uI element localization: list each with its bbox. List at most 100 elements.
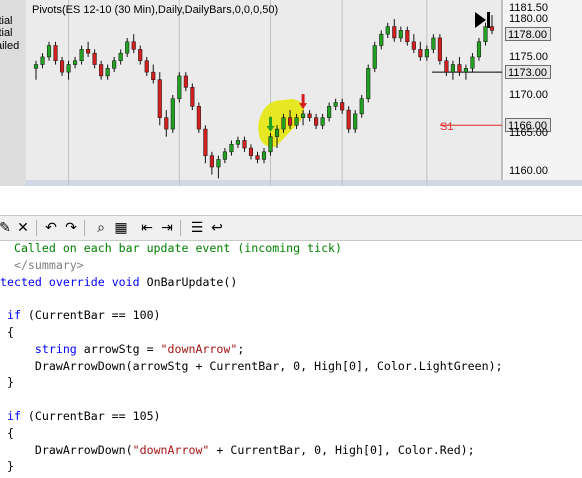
candle-body: [144, 60, 149, 73]
candle-body: [476, 41, 482, 58]
candle-body: [301, 113, 306, 118]
code-line[interactable]: Called on each bar update event (incomin…: [0, 240, 582, 257]
candle-body: [73, 60, 78, 65]
candle-body: [327, 106, 332, 118]
code-line[interactable]: if (CurrentBar == 100): [0, 307, 582, 324]
candle-body: [261, 151, 267, 160]
candle-body: [307, 113, 312, 118]
candle-body: [268, 136, 273, 153]
candle-body: [398, 30, 403, 39]
price-chart[interactable]: Pivots(ES 12-10 (30 Min),Daily,DailyBars…: [26, 0, 582, 186]
code-line[interactable]: tected override void OnBarUpdate(): [0, 274, 582, 291]
candle-body: [157, 79, 162, 118]
candle-body: [177, 75, 182, 99]
candle-body: [33, 64, 39, 69]
candle-body: [405, 30, 410, 43]
code-token: (CurrentBar == 105): [27, 408, 161, 423]
candle-body: [79, 49, 84, 61]
candle-body: [255, 155, 260, 160]
grid-button[interactable]: ▦: [112, 219, 130, 237]
candle-body: [294, 117, 299, 126]
code-line[interactable]: [0, 290, 582, 307]
code-line[interactable]: DrawArrowDown("downArrow" + CurrentBar, …: [0, 442, 582, 459]
candle-body: [138, 49, 143, 61]
code-token: (CurrentBar == 100): [27, 308, 161, 323]
price-tick-label: 1160.00: [509, 164, 548, 177]
code-line[interactable]: DrawArrowDown(arrowStg + CurrentBar, 0, …: [0, 358, 582, 375]
toolbar-button-1[interactable]: ✎: [0, 219, 14, 237]
candle-body: [164, 117, 169, 130]
wrap-button[interactable]: ↩: [208, 219, 226, 237]
code-line[interactable]: }: [0, 458, 582, 475]
toolbar-separator: [36, 220, 37, 236]
candle-body: [353, 113, 358, 130]
delete-button[interactable]: ✕: [14, 219, 32, 237]
redo-button[interactable]: ↷: [62, 219, 80, 237]
candle-body: [60, 60, 65, 73]
candle-body: [46, 45, 52, 58]
chart-canvas: [26, 0, 582, 186]
candle-body: [489, 26, 495, 31]
candle-body: [463, 68, 468, 73]
code-token: "downArrow": [132, 442, 210, 457]
candle-body: [99, 64, 104, 77]
candle-body: [86, 49, 91, 54]
candle-body: [131, 41, 136, 50]
list-button[interactable]: ☰: [188, 219, 206, 237]
left-panel-text: itial: [0, 27, 13, 39]
undo-button[interactable]: ↶: [42, 219, 60, 237]
candle-body: [320, 117, 325, 126]
toolbar-separator: [180, 220, 181, 236]
candle-body: [190, 87, 195, 107]
code-line[interactable]: if (CurrentBar == 105): [0, 408, 582, 425]
candle-body: [340, 102, 345, 111]
candle-body: [379, 33, 384, 46]
candle-body: [203, 128, 208, 156]
code-token: if: [0, 408, 28, 423]
left-panel-text: itial: [0, 15, 13, 27]
candle-body: [366, 68, 371, 99]
candle-body: [281, 117, 286, 130]
code-line[interactable]: </summary>: [0, 257, 582, 274]
code-token: }: [0, 375, 14, 390]
price-tick-label: 1170.00: [509, 88, 548, 101]
outdent-button[interactable]: ⇥: [158, 219, 176, 237]
code-line[interactable]: string arrowStg = "downArrow";: [0, 341, 582, 358]
candle-body: [418, 49, 423, 58]
candle-body: [424, 49, 429, 58]
price-marker: 1173.00: [505, 65, 551, 80]
candle-body: [333, 102, 338, 107]
candle-body: [235, 140, 240, 145]
left-panel: itialitialailed: [0, 0, 26, 186]
code-editor[interactable]: Called on each bar update event (incomin…: [0, 240, 582, 475]
chart-title: Pivots(ES 12-10 (30 Min),Daily,DailyBars…: [32, 4, 279, 16]
code-token: if: [0, 308, 28, 323]
code-line[interactable]: }: [0, 374, 582, 391]
code-token: arrowStg =: [83, 341, 161, 356]
indent-button[interactable]: ⇤: [138, 219, 156, 237]
code-token: DrawArrowDown(arrowStg + CurrentBar, 0, …: [0, 358, 503, 373]
code-line[interactable]: {: [0, 425, 582, 442]
arrow-down-shaft: [301, 94, 305, 105]
code-token: {: [0, 425, 14, 440]
scroll-strip: [26, 180, 582, 186]
candle-body: [222, 151, 227, 160]
code-line[interactable]: {: [0, 324, 582, 341]
code-token: override: [48, 274, 112, 289]
candle-body: [112, 60, 117, 69]
candle-body: [470, 56, 475, 69]
code-line[interactable]: [0, 391, 582, 408]
candle-body: [183, 75, 188, 88]
candle-body: [314, 117, 319, 126]
price-tick-label: 1165.00: [509, 126, 548, 139]
candle-body: [444, 60, 449, 73]
code-token: string: [0, 341, 84, 356]
left-panel-text: ailed: [0, 40, 20, 52]
candle-body: [346, 109, 351, 130]
candle-body: [40, 56, 45, 65]
candle-body: [248, 147, 254, 156]
candle-body: [274, 128, 280, 137]
candle-body: [125, 41, 130, 54]
find-button[interactable]: ⌕: [92, 219, 110, 237]
code-token: Called on each bar update event (incomin…: [0, 241, 343, 255]
